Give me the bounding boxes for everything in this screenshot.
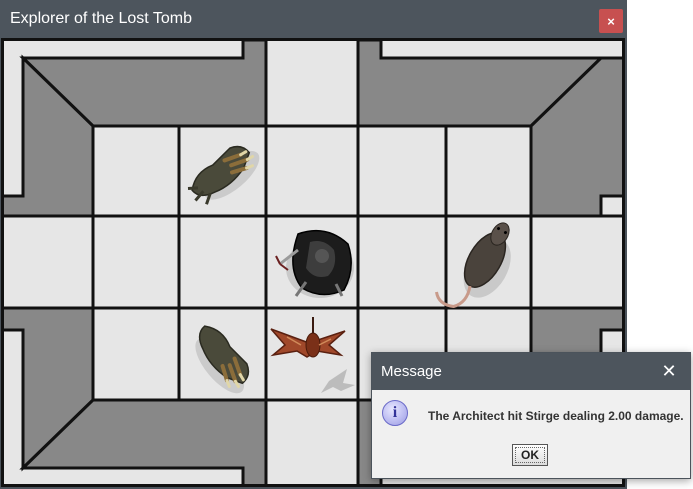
window-title: Explorer of the Lost Tomb bbox=[10, 10, 193, 27]
info-icon: i bbox=[382, 400, 408, 426]
dialog-title: Message bbox=[381, 363, 442, 380]
dialog-title-bar[interactable]: Message ✕ bbox=[372, 353, 690, 390]
close-icon: × bbox=[607, 13, 615, 29]
window-close-button[interactable]: × bbox=[599, 9, 623, 33]
dialog-close-button[interactable]: ✕ bbox=[658, 360, 680, 382]
message-dialog: Message ✕ i The Architect hit Stirge dea… bbox=[371, 352, 691, 479]
ok-button[interactable]: OK bbox=[512, 444, 548, 466]
title-bar[interactable]: Explorer of the Lost Tomb × bbox=[0, 0, 627, 38]
close-icon: ✕ bbox=[661, 360, 677, 381]
dialog-message: The Architect hit Stirge dealing 2.00 da… bbox=[428, 409, 684, 423]
